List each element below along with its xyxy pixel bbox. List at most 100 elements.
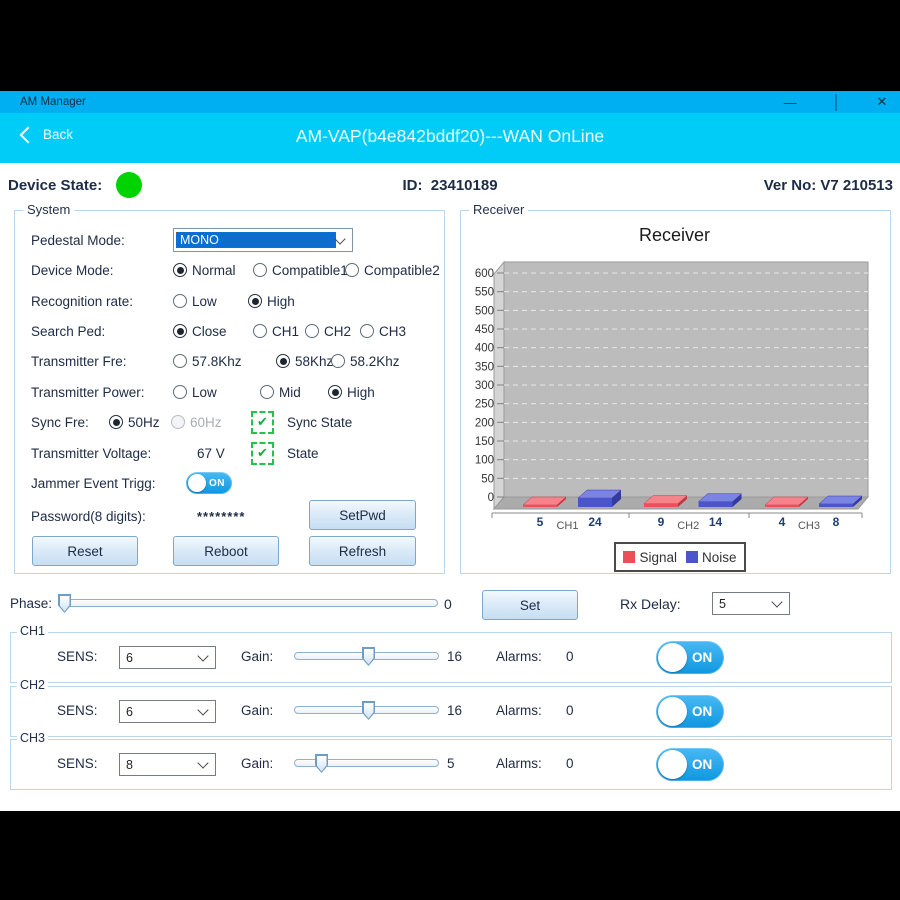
ch2-toggle[interactable]: ON (656, 695, 724, 728)
legend-swatch (686, 551, 698, 563)
state-label: State (287, 446, 319, 461)
radio-option-compatible2[interactable]: Compatible2 (345, 263, 440, 278)
alarms-label: Alarms: (496, 703, 542, 718)
radio-icon (248, 294, 262, 308)
window-title: AM Manager (20, 96, 86, 108)
radio-option-compatible1[interactable]: Compatible1 (253, 263, 345, 278)
radio-option-ch2[interactable]: CH2 (305, 324, 360, 339)
radio-option-ch3[interactable]: CH3 (360, 324, 406, 339)
radio-icon (173, 385, 187, 399)
chart-legend: Signal Noise (614, 542, 746, 572)
rx-delay-select[interactable]: 5 (712, 592, 790, 615)
radio-option-57-8khz[interactable]: 57.8Khz (173, 354, 276, 369)
svg-text:250: 250 (475, 399, 494, 411)
radio-option-normal[interactable]: Normal (173, 263, 253, 278)
minimize-button[interactable]: — (782, 95, 798, 110)
transmitter-voltage-row: Transmitter Voltage: 67 V ✔ State (31, 441, 438, 465)
radio-option-close[interactable]: Close (173, 324, 253, 339)
svg-text:550: 550 (475, 287, 494, 299)
svg-text:CH3: CH3 (798, 520, 820, 532)
svg-text:350: 350 (475, 361, 494, 373)
device-mode-radiogroup: Normal Compatible1Compatible2 (173, 263, 440, 278)
phase-slider-thumb[interactable] (58, 594, 71, 613)
svg-text:CH2: CH2 (677, 520, 699, 532)
radio-option-mid[interactable]: Mid (260, 385, 328, 400)
ver-label: Ver No: (764, 177, 817, 194)
ch1-sens-select[interactable]: 6 (119, 646, 216, 669)
reboot-button[interactable]: Reboot (173, 536, 279, 566)
ch1-gain-slider-thumb[interactable] (362, 647, 375, 666)
ch3-group-label: CH3 (17, 731, 48, 745)
radio-icon (260, 385, 274, 399)
toggle-knob (658, 697, 687, 726)
maximize-button[interactable] (828, 95, 844, 110)
radio-option-ch1[interactable]: CH1 (253, 324, 305, 339)
radio-option-high[interactable]: High (328, 385, 375, 400)
svg-text:14: 14 (709, 515, 723, 529)
setpwd-button[interactable]: SetPwd (309, 500, 416, 530)
chart-title: Receiver (460, 225, 889, 246)
ch2-gain-slider-thumb[interactable] (362, 701, 375, 720)
legend-swatch (623, 551, 635, 563)
set-button[interactable]: Set (482, 590, 578, 620)
ch1-group-label: CH1 (17, 624, 48, 638)
radio-option-high[interactable]: High (248, 294, 295, 309)
version: Ver No: V7 210513 (764, 177, 893, 194)
ch1-alarms-value: 0 (566, 649, 574, 664)
radio-label: High (267, 294, 295, 309)
pedestal-mode-select[interactable]: MONO (173, 228, 353, 252)
radio-option-50hz[interactable]: 50Hz (109, 415, 171, 430)
svg-text:500: 500 (475, 305, 494, 317)
content-area: Device State: ID: 23410189 Ver No: V7 21… (0, 163, 900, 811)
radio-label: CH3 (379, 324, 406, 339)
sync-state-checkbox[interactable]: ✔ (251, 411, 274, 434)
toggle-state-label: ON (692, 650, 712, 665)
window-controls: — ✕ (782, 91, 890, 113)
phase-label: Phase: (10, 596, 52, 611)
radio-icon (173, 294, 187, 308)
close-button[interactable]: ✕ (874, 94, 890, 110)
sens-label: SENS: (57, 703, 98, 718)
ch3-toggle[interactable]: ON (656, 748, 724, 781)
radio-label: Compatible1 (272, 263, 348, 278)
radio-option-58-2khz[interactable]: 58.2Khz (331, 354, 400, 369)
radio-option-low[interactable]: Low (173, 294, 248, 309)
ch2-sens-select[interactable]: 6 (119, 700, 216, 723)
radio-option-58khz[interactable]: 58Khz (276, 354, 331, 369)
jammer-row: Jammer Event Trigg: ON (31, 471, 438, 495)
alarms-label: Alarms: (496, 649, 542, 664)
phase-slider-track[interactable] (58, 599, 438, 607)
svg-text:450: 450 (475, 324, 494, 336)
sens-label: SENS: (57, 649, 98, 664)
reset-button[interactable]: Reset (32, 536, 138, 566)
device-id: ID: 23410189 (300, 177, 600, 194)
search-ped-label: Search Ped: (31, 324, 173, 339)
transmitter-power-radiogroup: Low Mid High (173, 385, 375, 400)
toggle-state-label: ON (692, 704, 712, 719)
svg-text:5: 5 (537, 515, 544, 529)
state-checkbox[interactable]: ✔ (251, 442, 274, 465)
refresh-button[interactable]: Refresh (309, 536, 416, 566)
ch3-sens-select[interactable]: 8 (119, 753, 216, 776)
radio-option-low[interactable]: Low (173, 385, 260, 400)
legend-item-noise: Noise (686, 550, 737, 565)
jammer-toggle[interactable]: ON (186, 472, 232, 494)
radio-label: 58Khz (295, 354, 333, 369)
pedestal-mode-label: Pedestal Mode: (31, 233, 173, 248)
ch3-gain-value: 5 (447, 756, 455, 771)
gain-label: Gain: (241, 756, 273, 771)
radio-icon (171, 415, 185, 429)
search-ped-row: Search Ped: CloseCH1CH2 CH3 (31, 319, 438, 343)
radio-label: Mid (279, 385, 301, 400)
sync-fre-label: Sync Fre: (31, 415, 109, 430)
radio-label: Low (192, 385, 217, 400)
radio-icon (331, 354, 345, 368)
ch3-gain-slider-thumb[interactable] (315, 754, 328, 773)
svg-text:4: 4 (779, 515, 786, 529)
legend-label: Signal (639, 550, 677, 565)
transmitter-fre-label: Transmitter Fre: (31, 354, 173, 369)
toggle-state-label: ON (209, 478, 225, 489)
transmitter-voltage-label: Transmitter Voltage: (31, 446, 173, 461)
ch1-toggle[interactable]: ON (656, 641, 724, 674)
chevron-down-icon (197, 650, 208, 661)
